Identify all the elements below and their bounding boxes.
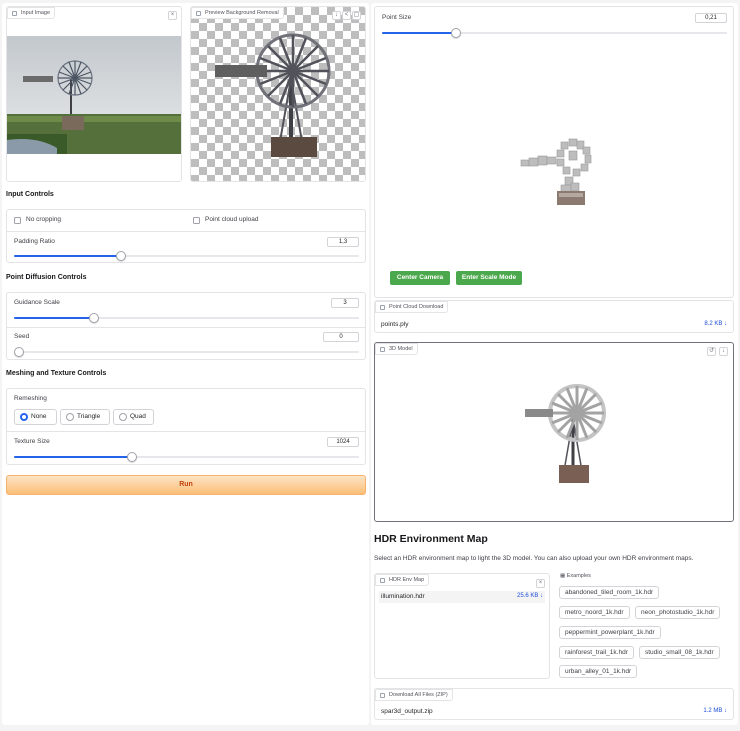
- download-chip: Point Cloud Download: [375, 301, 449, 313]
- texture-size-slider[interactable]: [14, 452, 359, 462]
- zip-file[interactable]: spar3d_output.zip: [381, 708, 433, 715]
- hdr-file-size[interactable]: 25.6 KB ↓: [517, 593, 543, 599]
- hdr-env-chip: HDR Env Map: [375, 574, 430, 586]
- center-camera-button[interactable]: Center Camera: [390, 271, 450, 285]
- seed-slider[interactable]: [14, 347, 359, 357]
- seed-thumb[interactable]: [14, 347, 24, 357]
- padding-ratio-label: Padding Ratio: [14, 238, 55, 245]
- no-cropping-checkbox[interactable]: [14, 217, 21, 224]
- remeshing-radio-group: None Triangle Quad: [14, 409, 174, 425]
- diffusion-title: Point Diffusion Controls: [6, 274, 87, 281]
- model3d-chip: 3D Model: [375, 343, 418, 355]
- undo-icon[interactable]: ↺: [707, 347, 716, 356]
- padding-ratio-slider[interactable]: [14, 251, 359, 261]
- example-peppermint[interactable]: peppermint_powerplant_1k.hdr: [559, 626, 661, 639]
- input-image-panel[interactable]: Input Image ×: [6, 6, 182, 182]
- point-cloud-upload-label: Point cloud upload: [205, 216, 259, 223]
- table-icon: ▦: [560, 573, 567, 579]
- point-cloud-render: [520, 138, 592, 205]
- texture-size-thumb[interactable]: [127, 452, 137, 462]
- padding-ratio-thumb[interactable]: [116, 251, 126, 261]
- padding-ratio-input[interactable]: 1,3: [327, 237, 359, 247]
- example-studio-small[interactable]: studio_small_08_1k.hdr: [639, 646, 720, 659]
- meshing-title: Meshing and Texture Controls: [6, 370, 107, 377]
- guidance-slider[interactable]: [14, 313, 359, 323]
- example-urban-alley[interactable]: urban_alley_01_1k.hdr: [559, 665, 638, 678]
- example-rainforest[interactable]: rainforest_trail_1k.hdr: [559, 646, 634, 659]
- example-neon-photostudio[interactable]: neon_photostudio_1k.hdr: [635, 606, 721, 619]
- file-icon: [380, 305, 385, 310]
- file-icon: [380, 693, 385, 698]
- hdr-file-name: illumination.hdr: [381, 593, 425, 600]
- file-icon: [380, 578, 385, 583]
- guidance-fill: [14, 317, 94, 319]
- texture-size-label: Texture Size: [14, 438, 50, 445]
- preview-chip: Preview Background Removal: [191, 7, 284, 19]
- download-icon[interactable]: ↓: [719, 347, 728, 356]
- divider: [7, 327, 365, 328]
- fullscreen-icon[interactable]: ▢: [352, 11, 361, 20]
- guidance-thumb[interactable]: [89, 313, 99, 323]
- point-size-input[interactable]: 0,21: [695, 13, 727, 23]
- padding-ratio-fill: [14, 255, 121, 257]
- clear-icon[interactable]: ×: [536, 579, 545, 588]
- point-cloud-viewer[interactable]: Point Size 0,21 Center Camera Enter Scal…: [374, 6, 734, 298]
- point-cloud-download: Point Cloud Download points.ply 8.2 KB ↓: [374, 300, 734, 333]
- hdr-title: HDR Environment Map: [374, 533, 488, 545]
- hdr-file-row[interactable]: illumination.hdr 25.6 KB ↓: [379, 591, 545, 603]
- point-size-label: Point Size: [382, 14, 412, 21]
- share-icon[interactable]: <: [342, 11, 351, 20]
- preview-panel[interactable]: Preview Background Removal ↓ < ▢: [190, 6, 366, 182]
- input-controls-title: Input Controls: [6, 191, 54, 198]
- texture-size-input[interactable]: 1024: [327, 437, 359, 447]
- image-icon: [196, 11, 201, 16]
- model3d-panel[interactable]: 3D Model ↺ ↓: [374, 342, 734, 522]
- download-all-panel: Download All Files (ZIP) spar3d_output.z…: [374, 688, 734, 720]
- remeshing-label: Remeshing: [14, 395, 47, 402]
- points-file[interactable]: points.ply: [381, 321, 408, 328]
- meshing-panel: Remeshing None Triangle Quad Texture Siz…: [6, 388, 366, 465]
- radio-selected-icon: [20, 413, 28, 421]
- example-abandoned[interactable]: abandoned_tiled_room_1k.hdr: [559, 586, 660, 599]
- radio-icon: [66, 413, 74, 421]
- radio-icon: [119, 413, 127, 421]
- divider: [7, 231, 365, 232]
- clear-icon[interactable]: ×: [168, 11, 177, 20]
- seed-label: Seed: [14, 333, 30, 340]
- download-icon[interactable]: ↓: [332, 11, 341, 20]
- run-button[interactable]: Run: [6, 475, 366, 495]
- divider: [7, 431, 365, 432]
- preview-windmill: [215, 33, 331, 157]
- examples-header: ▦ Examples: [560, 573, 591, 579]
- cube-icon: [380, 347, 385, 352]
- point-cloud-upload-checkbox[interactable]: [193, 217, 200, 224]
- radio-none[interactable]: None: [14, 409, 57, 425]
- example-metro-noord[interactable]: metro_noord_1k.hdr: [559, 606, 630, 619]
- zip-file-size[interactable]: 1.2 MB ↓: [703, 708, 727, 714]
- model3d-render: [525, 384, 606, 483]
- texture-size-fill: [14, 456, 132, 458]
- download-all-chip: Download All Files (ZIP): [375, 689, 453, 701]
- radio-quad[interactable]: Quad: [113, 409, 154, 425]
- guidance-label: Guidance Scale: [14, 299, 60, 306]
- input-photo: [7, 36, 181, 154]
- no-cropping-label: No cropping: [26, 216, 62, 223]
- diffusion-panel: Guidance Scale 3 Seed 0: [6, 292, 366, 360]
- point-size-thumb[interactable]: [451, 28, 461, 38]
- input-controls-panel: No cropping Point cloud upload Padding R…: [6, 209, 366, 263]
- hdr-description: Select an HDR environment map to light t…: [374, 555, 694, 562]
- radio-triangle[interactable]: Triangle: [60, 409, 110, 425]
- point-size-fill: [382, 32, 456, 34]
- scale-mode-button[interactable]: Enter Scale Mode: [456, 271, 522, 285]
- seed-input[interactable]: 0: [323, 332, 359, 342]
- input-image-chip: Input Image: [7, 7, 56, 19]
- hdr-env-panel[interactable]: HDR Env Map × illumination.hdr 25.6 KB ↓: [374, 573, 550, 679]
- point-size-slider[interactable]: [382, 28, 727, 38]
- image-icon: [12, 11, 17, 16]
- guidance-input[interactable]: 3: [331, 298, 359, 308]
- points-file-size[interactable]: 8.2 KB ↓: [704, 321, 727, 327]
